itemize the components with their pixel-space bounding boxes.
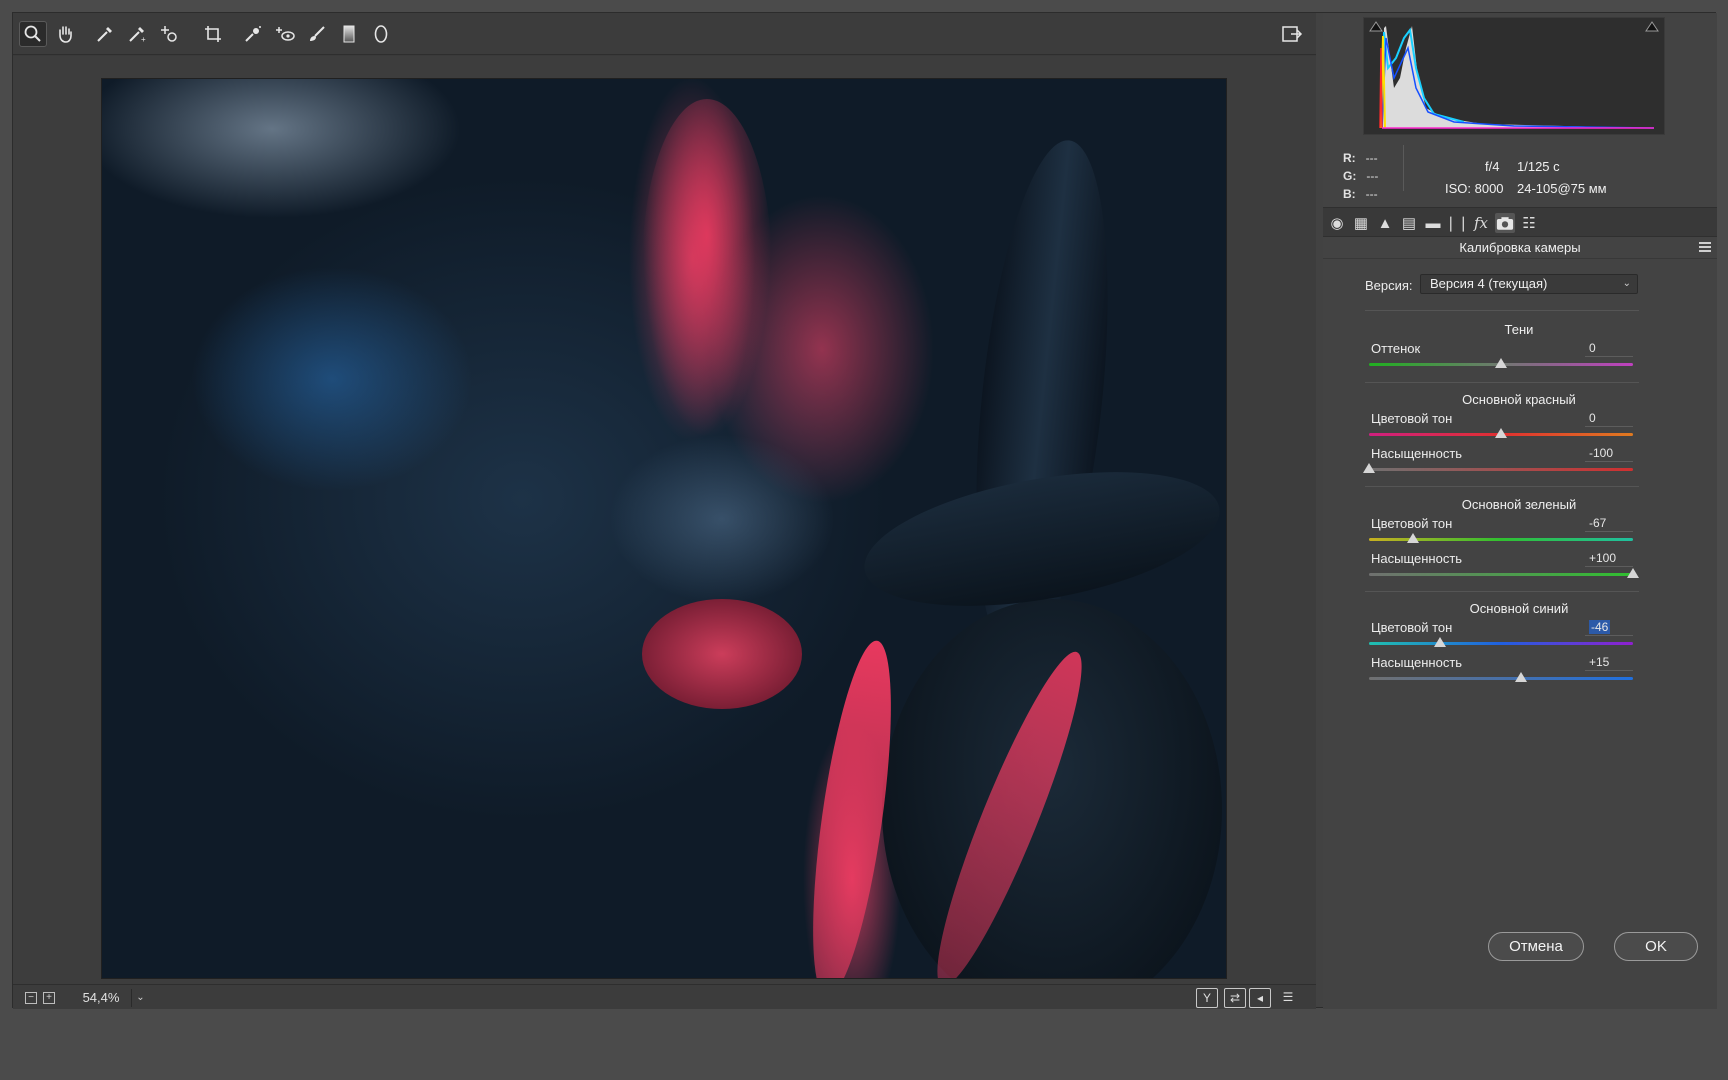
panel-title: Калибровка камеры bbox=[1323, 237, 1717, 259]
histogram bbox=[1363, 17, 1665, 135]
targeted-adjustment-icon[interactable] bbox=[155, 21, 183, 47]
svg-text:+: + bbox=[141, 35, 146, 44]
slider-thumb-shadows-tint[interactable] bbox=[1495, 358, 1507, 368]
zoom-in-button[interactable]: + bbox=[43, 992, 55, 1004]
tool-bar: + bbox=[13, 13, 1316, 55]
slider-value-red-hue[interactable]: 0 bbox=[1585, 411, 1633, 427]
crop-icon[interactable] bbox=[199, 21, 227, 47]
b-value: --- bbox=[1365, 187, 1378, 201]
photo-preview[interactable] bbox=[101, 78, 1227, 979]
exif-readout: R: --- G: --- B: --- f/4 1/125 с ISO: 8000 … bbox=[1343, 139, 1697, 201]
panel-tabs: ◉ ▦ ▲ ▤ ▬ ❘❘ fx ☷ bbox=[1323, 207, 1717, 237]
hand-icon[interactable] bbox=[51, 21, 79, 47]
r-label: R: bbox=[1343, 151, 1356, 165]
slider-value-red-saturation[interactable]: -100 bbox=[1585, 446, 1633, 462]
slider-label: Насыщенность bbox=[1371, 551, 1463, 566]
r-value: --- bbox=[1365, 151, 1378, 165]
slider-thumb-red-hue[interactable] bbox=[1495, 428, 1507, 438]
preview-pane: + − + 54,4% ⌄ Y ⇄ ◂ ☰ bbox=[13, 13, 1316, 1009]
selected-value-text[interactable]: -46 bbox=[1589, 620, 1611, 634]
shadow-clipping-warning-icon[interactable] bbox=[1368, 20, 1384, 32]
preview-preferences-icon[interactable]: ☰ bbox=[1277, 988, 1299, 1008]
g-label: G: bbox=[1343, 169, 1357, 183]
slider-label: Цветовой тон bbox=[1371, 411, 1453, 426]
basic-tab-icon[interactable]: ◉ bbox=[1327, 213, 1347, 233]
image-canvas[interactable] bbox=[13, 56, 1316, 984]
iso: ISO: 8000 bbox=[1445, 181, 1504, 196]
camera-raw-window: + − + 54,4% ⌄ Y ⇄ ◂ ☰ R: --- G: --- B: -… bbox=[12, 12, 1717, 1009]
lens-corrections-tab-icon[interactable]: ❘❘ bbox=[1444, 213, 1469, 233]
zoom-level[interactable]: 54,4% bbox=[71, 989, 131, 1007]
highlight-clipping-warning-icon[interactable] bbox=[1644, 20, 1660, 32]
red-eye-icon[interactable] bbox=[271, 21, 299, 47]
slider-label: Цветовой тон bbox=[1371, 516, 1453, 531]
slider-track-blue-hue[interactable] bbox=[1369, 642, 1633, 645]
chevron-down-icon: ⌄ bbox=[1622, 278, 1631, 289]
slider-thumb-green-saturation[interactable] bbox=[1627, 568, 1639, 578]
b-label: B: bbox=[1343, 187, 1356, 201]
status-bar: − + 54,4% ⌄ Y ⇄ ◂ ☰ bbox=[13, 984, 1316, 1009]
hsl-tab-icon[interactable]: ▤ bbox=[1399, 213, 1419, 233]
settings-panel: R: --- G: --- B: --- f/4 1/125 с ISO: 8000 … bbox=[1323, 13, 1717, 1009]
slider-track-red-saturation[interactable] bbox=[1369, 468, 1633, 471]
detail-tab-icon[interactable]: ▲ bbox=[1375, 213, 1395, 233]
version-select-value: Версия 4 (текущая) bbox=[1430, 276, 1548, 291]
version-select[interactable]: Версия 4 (текущая) ⌄ bbox=[1420, 274, 1638, 294]
zoom-icon[interactable] bbox=[19, 21, 47, 47]
section-title-green-primary: Основной зеленый bbox=[1461, 497, 1577, 512]
section-title-red-primary: Основной красный bbox=[1462, 392, 1576, 407]
version-label: Версия: bbox=[1365, 278, 1413, 293]
slider-value-green-saturation[interactable]: +100 bbox=[1585, 551, 1633, 567]
spot-removal-icon[interactable] bbox=[239, 21, 267, 47]
slider-track-green-saturation[interactable] bbox=[1369, 573, 1633, 576]
slider-value-blue-hue[interactable]: -46 bbox=[1585, 620, 1633, 636]
graduated-filter-icon[interactable] bbox=[335, 21, 363, 47]
white-balance-icon[interactable] bbox=[91, 21, 119, 47]
slider-value-blue-saturation[interactable]: +15 bbox=[1585, 655, 1633, 671]
presets-tab-icon[interactable]: ☷ bbox=[1519, 213, 1539, 233]
slider-thumb-blue-saturation[interactable] bbox=[1514, 672, 1527, 682]
g-value: --- bbox=[1366, 169, 1379, 183]
effects-tab-icon[interactable]: fx bbox=[1471, 213, 1491, 233]
slider-track-blue-saturation[interactable] bbox=[1369, 677, 1633, 680]
slider-label: Оттенок bbox=[1371, 341, 1421, 356]
tone-curve-tab-icon[interactable]: ▦ bbox=[1351, 213, 1371, 233]
radial-filter-icon[interactable] bbox=[367, 21, 395, 47]
zoom-dropdown[interactable]: ⌄ bbox=[131, 989, 149, 1007]
lens: 24-105@75 мм bbox=[1517, 181, 1607, 196]
aperture: f/4 bbox=[1485, 159, 1500, 174]
ok-button[interactable]: OK bbox=[1614, 932, 1698, 961]
slider-label: Насыщенность bbox=[1371, 446, 1463, 461]
zoom-out-button[interactable]: − bbox=[25, 992, 37, 1004]
shutter-speed: 1/125 с bbox=[1517, 159, 1560, 174]
slider-label: Насыщенность bbox=[1371, 655, 1463, 670]
swap-settings-icon[interactable]: ⇄ bbox=[1224, 988, 1246, 1008]
slider-value-green-hue[interactable]: -67 bbox=[1585, 516, 1633, 532]
open-in-photoshop-icon[interactable] bbox=[1278, 21, 1306, 47]
slider-thumb-blue-hue[interactable] bbox=[1434, 637, 1447, 647]
adjustment-brush-icon[interactable] bbox=[303, 21, 331, 47]
slider-thumb-red-saturation[interactable] bbox=[1363, 463, 1375, 473]
before-after-view-icon[interactable]: Y bbox=[1196, 988, 1218, 1008]
cancel-button[interactable]: Отмена bbox=[1488, 932, 1584, 961]
section-title-blue-primary: Основной синий bbox=[1469, 601, 1569, 616]
section-title-shadows: Тени bbox=[1504, 322, 1534, 337]
color-sampler-icon[interactable]: + bbox=[123, 21, 151, 47]
slider-label: Цветовой тон bbox=[1371, 620, 1453, 635]
copy-settings-icon[interactable]: ◂ bbox=[1249, 988, 1271, 1008]
split-toning-tab-icon[interactable]: ▬ bbox=[1423, 213, 1443, 233]
panel-menu-icon[interactable] bbox=[1699, 242, 1711, 252]
slider-thumb-green-hue[interactable] bbox=[1406, 533, 1419, 543]
camera-calibration-tab-icon[interactable] bbox=[1495, 213, 1515, 233]
slider-value-shadows-tint[interactable]: 0 bbox=[1585, 341, 1633, 357]
